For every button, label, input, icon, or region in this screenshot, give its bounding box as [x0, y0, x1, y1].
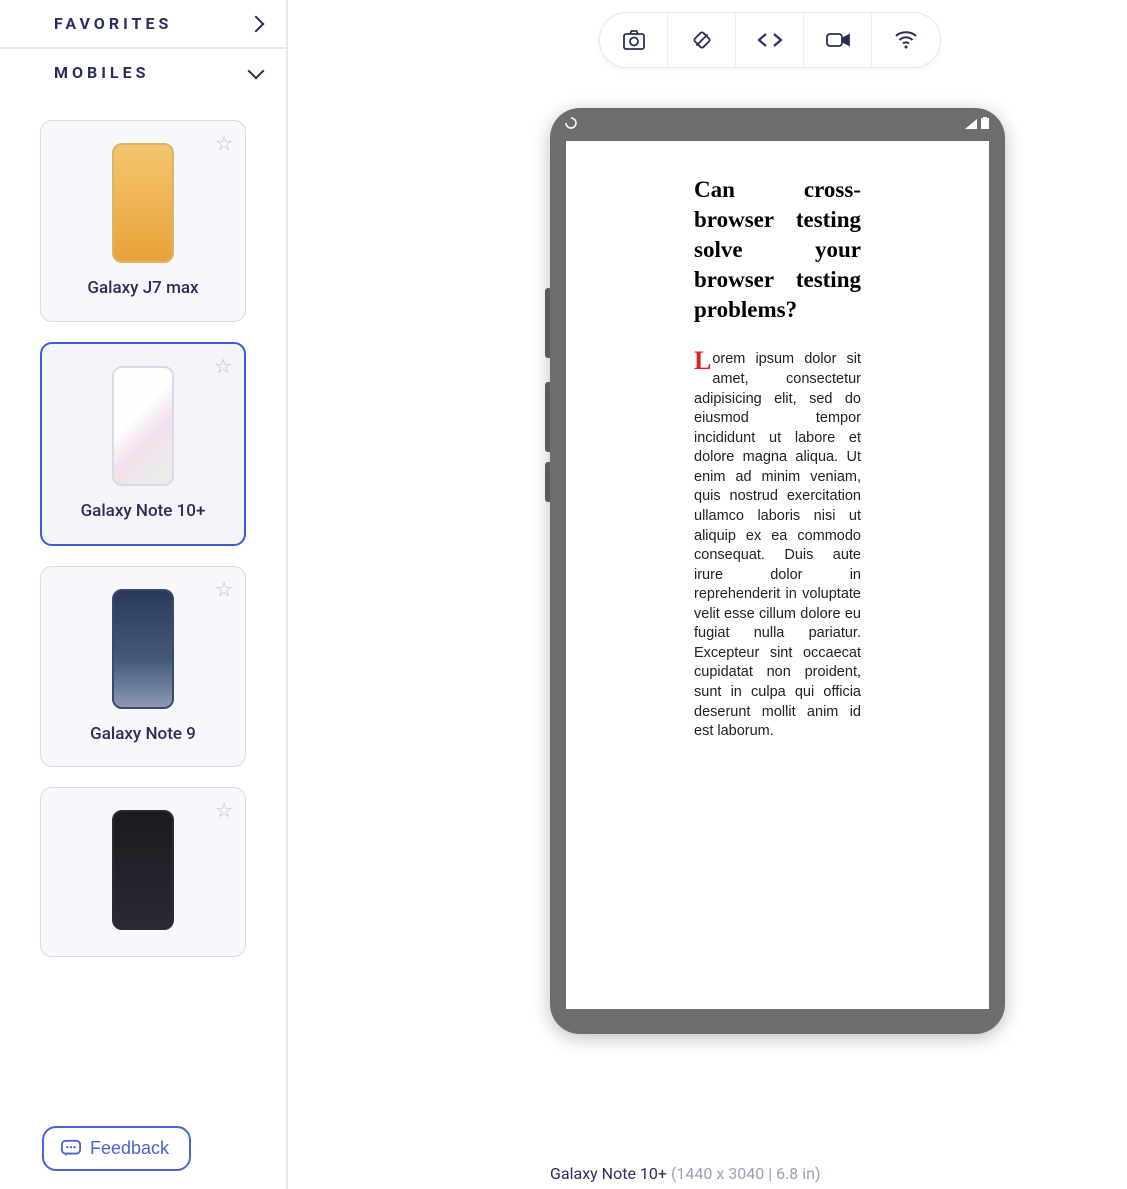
battery-icon	[981, 117, 990, 133]
device-name: Galaxy Note 10+	[52, 500, 234, 524]
favorites-section-header[interactable]: FAVORITES	[0, 0, 286, 49]
favorite-star-icon[interactable]: ☆	[215, 798, 233, 822]
network-button[interactable]	[872, 13, 940, 67]
favorite-star-icon[interactable]: ☆	[214, 354, 232, 378]
device-info-name: Galaxy Note 10+	[550, 1164, 667, 1183]
device-side-button	[545, 382, 550, 452]
wifi-icon	[894, 30, 918, 50]
record-button[interactable]	[804, 13, 872, 67]
video-icon	[825, 31, 851, 49]
page-content: Can cross-browser testing solve your bro…	[566, 141, 989, 742]
device-name: Galaxy Note 9	[51, 723, 235, 747]
favorites-label: FAVORITES	[54, 14, 172, 33]
device-body: Can cross-browser testing solve your bro…	[557, 115, 998, 1027]
device-toolbar	[599, 12, 941, 68]
device-screen[interactable]: Can cross-browser testing solve your bro…	[566, 141, 989, 1009]
device-list: ☆ Galaxy J7 max ☆ Galaxy Note 10+ ☆ Gala…	[0, 96, 286, 977]
device-card-galaxy-j7-max[interactable]: ☆ Galaxy J7 max	[40, 120, 246, 322]
device-thumbnail	[112, 143, 174, 263]
feedback-label: Feedback	[90, 1138, 169, 1159]
device-preview-frame: Can cross-browser testing solve your bro…	[550, 108, 1005, 1034]
device-side-button	[545, 288, 550, 358]
article-body: Lorem ipsum dolor sit amet, consectetur …	[694, 350, 861, 741]
screenshot-button[interactable]	[600, 13, 668, 67]
preview-footer: Galaxy Note 10+ (1440 x 3040 | 6.8 in) Z…	[550, 1145, 1127, 1183]
rotate-icon	[690, 28, 714, 52]
device-info-label: Galaxy Note 10+ (1440 x 3040 | 6.8 in)	[550, 1164, 821, 1183]
mobiles-label: MOBILES	[54, 63, 149, 82]
chevron-down-icon	[248, 62, 265, 79]
article-body-text: orem ipsum dolor sit amet, consectetur a…	[694, 351, 861, 739]
favorite-star-icon[interactable]: ☆	[215, 577, 233, 601]
signal-icon	[965, 118, 977, 133]
device-info-dims: (1440 x 3040 | 6.8 in)	[671, 1164, 821, 1183]
favorite-star-icon[interactable]: ☆	[215, 131, 233, 155]
code-icon	[755, 30, 785, 50]
device-sidebar: FAVORITES MOBILES ☆ Galaxy J7 max ☆ Gala…	[0, 0, 288, 1189]
device-name: Galaxy J7 max	[51, 277, 235, 301]
devtools-button[interactable]	[736, 13, 804, 67]
device-card-galaxy-note-9[interactable]: ☆ Galaxy Note 9	[40, 566, 246, 768]
article-title: Can cross-browser testing solve your bro…	[694, 175, 861, 324]
device-card-galaxy-note-10-plus[interactable]: ☆ Galaxy Note 10+	[40, 342, 246, 546]
device-status-bar	[557, 115, 998, 133]
rotate-button[interactable]	[668, 13, 736, 67]
device-thumbnail	[112, 366, 174, 486]
camera-icon	[622, 29, 646, 51]
loading-spinner-icon	[565, 117, 577, 133]
mobiles-section-header[interactable]: MOBILES	[0, 49, 286, 96]
chevron-right-icon	[248, 15, 265, 32]
device-card-partial[interactable]: ☆	[40, 787, 246, 957]
dropcap: L	[694, 350, 712, 372]
device-side-button	[545, 462, 550, 502]
main-area: Can cross-browser testing solve your bro…	[288, 0, 1127, 1189]
feedback-button[interactable]: Feedback	[42, 1126, 191, 1171]
device-thumbnail	[112, 810, 174, 930]
feedback-icon	[60, 1139, 82, 1159]
device-thumbnail	[112, 589, 174, 709]
